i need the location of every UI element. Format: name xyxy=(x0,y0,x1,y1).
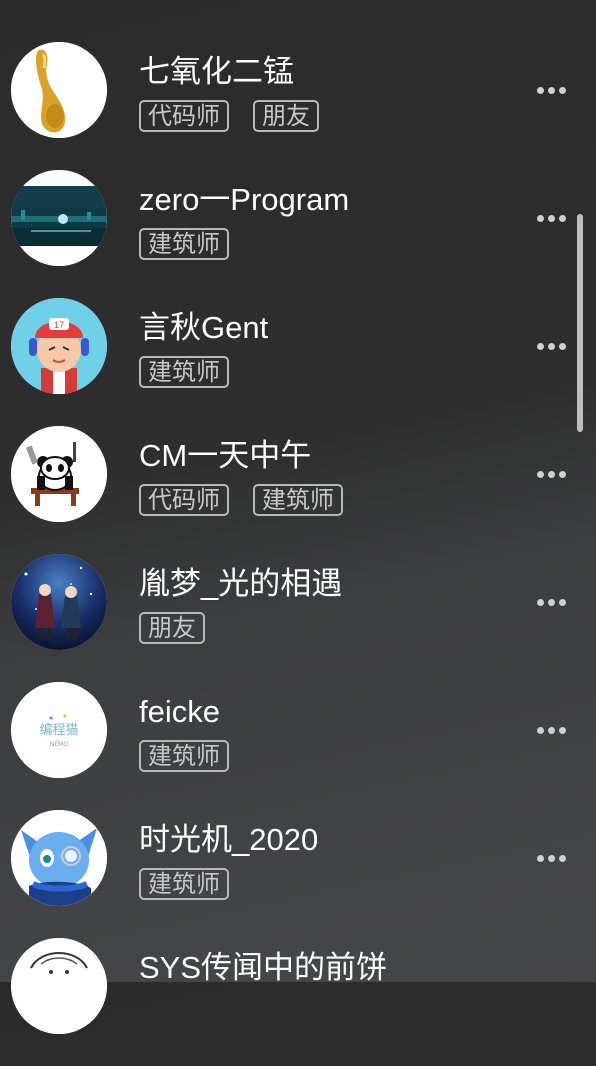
more-options-icon[interactable] xyxy=(537,720,569,740)
nemo-logo-subtext: NEMO xyxy=(50,741,68,748)
more-options-icon[interactable] xyxy=(537,336,569,356)
sketch-avatar[interactable] xyxy=(11,938,107,1034)
more-options-icon[interactable] xyxy=(537,848,569,868)
contact-row[interactable]: 时光机_2020 建筑师 xyxy=(0,810,596,938)
tag-badge: 代码师 xyxy=(139,100,229,132)
contact-row[interactable]: 胤梦_光的相遇 朋友 xyxy=(0,554,596,682)
contact-name: 言秋Gent xyxy=(139,310,269,345)
tag-badge: 代码师 xyxy=(139,484,229,516)
cartoon-boy-avatar[interactable]: 17 xyxy=(11,298,107,394)
contact-row[interactable]: 编程猫 NEMO feicke 建筑师 xyxy=(0,682,596,810)
tag-badge: 建筑师 xyxy=(139,740,229,772)
contact-name: 七氧化二锰 xyxy=(139,54,294,89)
contact-row[interactable]: SYS传闻中的前饼 xyxy=(0,938,596,1066)
contact-name: 胤梦_光的相遇 xyxy=(139,566,343,601)
blue-character-avatar[interactable] xyxy=(11,810,107,906)
more-options-icon[interactable] xyxy=(537,208,569,228)
contact-row[interactable]: 七氧化二锰 代码师 朋友 xyxy=(0,42,596,170)
contact-name: zero一Program xyxy=(139,182,350,217)
starry-sky-avatar[interactable] xyxy=(11,554,107,650)
nemo-logo-text: 编程猫 xyxy=(39,723,78,738)
nemo-logo-avatar[interactable]: 编程猫 NEMO xyxy=(11,682,107,778)
more-options-icon[interactable] xyxy=(537,592,569,612)
tag-badge: 建筑师 xyxy=(139,228,229,260)
tag-badge: 建筑师 xyxy=(139,868,229,900)
tag-list: 代码师 建筑师 xyxy=(139,484,343,516)
contact-row[interactable]: zero一Program 建筑师 xyxy=(0,170,596,298)
contact-name: CM一天中午 xyxy=(139,438,312,473)
tag-list: 建筑师 xyxy=(139,740,229,772)
night-city-avatar[interactable] xyxy=(11,170,107,266)
scrollbar[interactable] xyxy=(577,214,583,432)
badge-number: 17 xyxy=(54,320,64,330)
tag-list: 建筑师 xyxy=(139,356,229,388)
panda-avatar[interactable] xyxy=(11,426,107,522)
tag-badge: 建筑师 xyxy=(253,484,343,516)
golden-spoon-avatar[interactable] xyxy=(11,42,107,138)
contact-row[interactable]: CM一天中午 代码师 建筑师 xyxy=(0,426,596,554)
contact-name: SYS传闻中的前饼 xyxy=(139,950,388,985)
tag-list: 建筑师 xyxy=(139,868,229,900)
more-options-icon[interactable] xyxy=(537,464,569,484)
contact-name: 时光机_2020 xyxy=(139,822,319,857)
tag-badge: 建筑师 xyxy=(139,356,229,388)
tag-list: 朋友 xyxy=(139,612,205,644)
contact-row[interactable]: 17 言秋Gent 建筑师 xyxy=(0,298,596,426)
more-options-icon[interactable] xyxy=(537,80,569,100)
contact-name: feicke xyxy=(139,694,220,729)
tag-list: 建筑师 xyxy=(139,228,229,260)
tag-badge: 朋友 xyxy=(253,100,319,132)
tag-list: 代码师 朋友 xyxy=(139,100,319,132)
tag-badge: 朋友 xyxy=(139,612,205,644)
